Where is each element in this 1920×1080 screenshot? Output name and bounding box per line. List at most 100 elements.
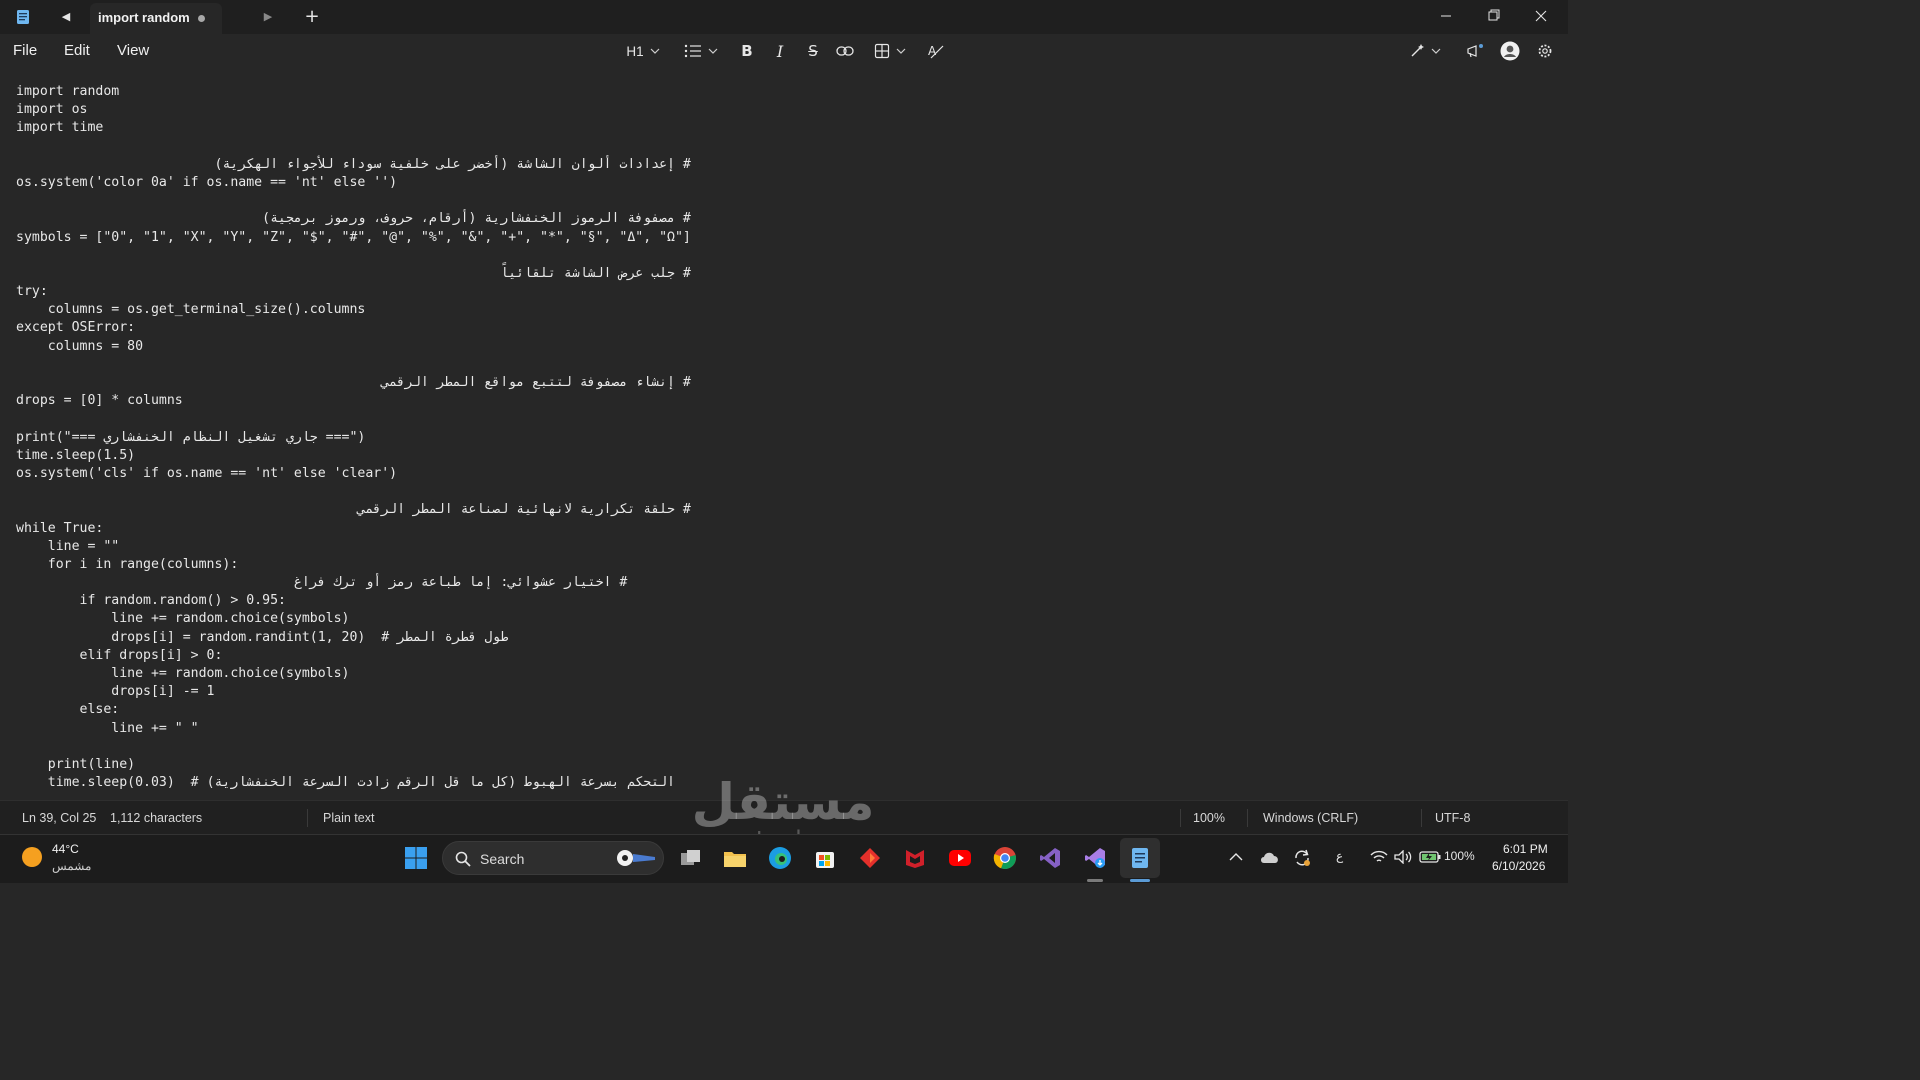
- code-line[interactable]: elif drops[i] > 0:: [16, 647, 691, 665]
- text-editor[interactable]: import random import os import time # إعداد…: [0, 68, 1568, 800]
- encoding[interactable]: UTF-8: [1435, 811, 1470, 825]
- restore-icon[interactable]: [1481, 6, 1505, 26]
- battery-charging-icon[interactable]: [1419, 850, 1441, 864]
- new-tab-button[interactable]: +: [303, 6, 321, 28]
- volume-icon[interactable]: [1394, 850, 1412, 864]
- clear-formatting-icon[interactable]: A: [926, 41, 946, 61]
- code-line[interactable]: import time: [16, 119, 691, 137]
- code-line[interactable]: line = "": [16, 538, 691, 556]
- battery-percent[interactable]: 100%: [1444, 849, 1475, 863]
- code-line[interactable]: except OSError:: [16, 319, 691, 337]
- chrome-icon[interactable]: [992, 845, 1018, 871]
- weather-temperature[interactable]: 44°C: [52, 842, 79, 856]
- visual-studio-installer-icon[interactable]: [1082, 845, 1108, 871]
- taskbar: 44°C مشمس Search ع 100% 6:01 PM 6/10/202…: [0, 834, 1568, 883]
- code-line[interactable]: columns = os.get_terminal_size().columns: [16, 301, 691, 319]
- text-format[interactable]: Plain text: [323, 811, 374, 825]
- chevron-up-icon[interactable]: [1229, 852, 1243, 862]
- menu-edit[interactable]: Edit: [64, 42, 90, 59]
- code-line[interactable]: time.sleep(0.03) # التحكم بسرعة الهبوط (…: [16, 774, 691, 792]
- code-line[interactable]: [16, 247, 691, 265]
- table-dropdown[interactable]: [871, 41, 909, 61]
- list-dropdown[interactable]: [682, 41, 720, 61]
- code-line[interactable]: os.system('cls' if os.name == 'nt' else …: [16, 465, 691, 483]
- edge-browser-icon[interactable]: [767, 845, 793, 871]
- zoom-level[interactable]: 100%: [1193, 811, 1225, 825]
- code-line[interactable]: drops[i] -= 1: [16, 683, 691, 701]
- clock-time[interactable]: 6:01 PM: [1503, 842, 1548, 856]
- weather-condition[interactable]: مشمس: [52, 859, 91, 873]
- code-line[interactable]: [16, 138, 691, 156]
- notepad-taskbar-icon[interactable]: [1120, 838, 1160, 878]
- red-diamond-app-icon[interactable]: [857, 845, 883, 871]
- chevron-down-icon: [896, 48, 906, 54]
- wifi-icon[interactable]: [1370, 850, 1388, 864]
- code-line[interactable]: # إنشاء مصفوفة لتتبع مواقع المطر الرقمي: [16, 374, 691, 392]
- menu-file[interactable]: File: [13, 42, 37, 59]
- scroll-tabs-right-button[interactable]: ▶: [260, 8, 276, 26]
- visual-studio-icon[interactable]: [1037, 845, 1063, 871]
- code-line[interactable]: # جلب عرض الشاشة تلقائياً: [16, 265, 691, 283]
- youtube-icon[interactable]: [947, 845, 973, 871]
- clock-date[interactable]: 6/10/2026: [1492, 859, 1545, 873]
- settings-gear-icon[interactable]: [1536, 41, 1554, 61]
- code-line[interactable]: [16, 410, 691, 428]
- search-label: Search: [480, 851, 525, 867]
- code-line[interactable]: line += " ": [16, 720, 691, 738]
- code-line[interactable]: # مصفوفة الرموز الخنفشارية (أرقام، حروف،…: [16, 210, 691, 228]
- code-line[interactable]: columns = 80: [16, 338, 691, 356]
- close-icon[interactable]: [1529, 6, 1553, 26]
- sun-icon[interactable]: [22, 847, 42, 867]
- scroll-tabs-left-button[interactable]: ◀: [58, 8, 74, 26]
- search-icon: [455, 851, 471, 867]
- code-line[interactable]: os.system('color 0a' if os.name == 'nt' …: [16, 174, 691, 192]
- minimize-icon[interactable]: [1434, 6, 1458, 26]
- announcement-icon[interactable]: [1465, 41, 1485, 61]
- code-line[interactable]: while True:: [16, 520, 691, 538]
- code-line[interactable]: try:: [16, 283, 691, 301]
- line-ending[interactable]: Windows (CRLF): [1263, 811, 1358, 825]
- code-line[interactable]: print(line): [16, 756, 691, 774]
- onedrive-cloud-icon[interactable]: [1260, 850, 1280, 864]
- menu-view[interactable]: View: [117, 42, 149, 59]
- code-line[interactable]: import random: [16, 83, 691, 101]
- running-indicator: [1087, 879, 1103, 882]
- tab-import-random[interactable]: import random: [90, 3, 222, 34]
- heading-dropdown[interactable]: H1: [622, 41, 664, 61]
- code-line[interactable]: [16, 192, 691, 210]
- code-line[interactable]: drops[i] = random.randint(1, 20) # طول ق…: [16, 629, 691, 647]
- code-line[interactable]: symbols = ["0", "1", "X", "Y", "Z", "$",…: [16, 229, 691, 247]
- mcafee-icon[interactable]: [902, 845, 928, 871]
- code-line[interactable]: # حلقة تكرارية لانهائية لصناعة المطر الر…: [16, 501, 690, 519]
- code-line[interactable]: # اختيار عشوائي: إما طباعة رمز أو ترك فر…: [16, 574, 691, 592]
- code-line[interactable]: time.sleep(1.5): [16, 447, 691, 465]
- taskbar-search-box[interactable]: Search: [442, 841, 664, 875]
- bold-icon[interactable]: B: [738, 41, 756, 61]
- code-line[interactable]: print("=== جاري تشغيل النظام الخنفشاري =…: [16, 429, 691, 447]
- code-line[interactable]: else:: [16, 701, 691, 719]
- account-avatar-icon[interactable]: [1500, 41, 1520, 61]
- unsaved-dot-icon[interactable]: [198, 15, 205, 22]
- code-line[interactable]: for i in range(columns):: [16, 556, 691, 574]
- code-line[interactable]: line += random.choice(symbols): [16, 610, 691, 628]
- code-line[interactable]: [16, 483, 691, 501]
- code-line[interactable]: if random.random() > 0.95:: [16, 592, 691, 610]
- code-text[interactable]: import random import os import time # إعداد…: [16, 83, 691, 792]
- link-icon[interactable]: [836, 41, 854, 61]
- sync-icon[interactable]: [1292, 848, 1312, 868]
- code-line[interactable]: [16, 356, 691, 374]
- code-line[interactable]: [16, 738, 691, 756]
- code-line[interactable]: drops = [0] * columns: [16, 392, 691, 410]
- code-line[interactable]: # إعدادات ألوان الشاشة (أخضر على خلفية س…: [16, 156, 691, 174]
- task-view-icon[interactable]: [678, 845, 704, 871]
- code-line[interactable]: line += random.choice(symbols): [16, 665, 691, 683]
- windows-start-icon[interactable]: [404, 846, 428, 870]
- file-explorer-icon[interactable]: [722, 845, 748, 871]
- italic-icon[interactable]: I: [771, 41, 789, 61]
- strikethrough-icon[interactable]: S: [804, 41, 822, 61]
- cursor-position[interactable]: Ln 39, Col 25: [22, 811, 96, 825]
- microsoft-store-icon[interactable]: [812, 845, 838, 871]
- copilot-dropdown[interactable]: [1406, 41, 1444, 61]
- input-language[interactable]: ع: [1336, 849, 1343, 863]
- code-line[interactable]: import os: [16, 101, 691, 119]
